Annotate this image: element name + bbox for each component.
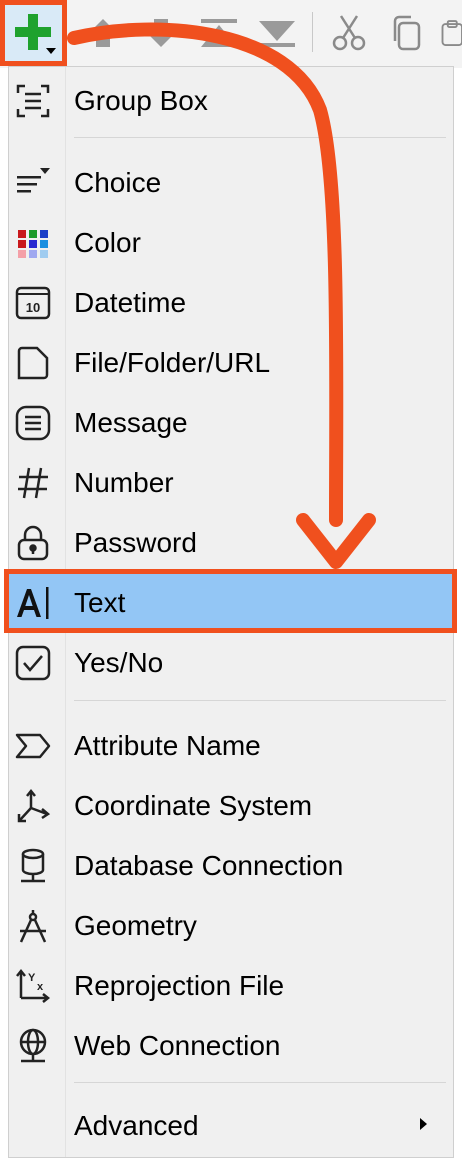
svg-text:x: x: [37, 981, 44, 993]
toolbar-separator: [312, 12, 313, 52]
menu-item-geometry[interactable]: Geometry: [9, 896, 453, 956]
color-palette-icon: [18, 230, 48, 258]
add-parameter-menu: Group Box Choice Color 10 Datetime File/…: [8, 66, 454, 1158]
menu-separator: [74, 1082, 446, 1083]
menu-item-file-folder-url[interactable]: File/Folder/URL: [9, 333, 453, 393]
menu-item-label: Message: [74, 407, 188, 438]
menu-item-label: Database Connection: [74, 850, 344, 881]
menu-item-number[interactable]: Number: [9, 453, 453, 513]
menu-item-database-connection[interactable]: Database Connection: [9, 836, 453, 896]
menu-item-label: File/Folder/URL: [74, 347, 271, 378]
menu-item-yes-no[interactable]: Yes/No: [9, 633, 453, 693]
file-icon: [17, 346, 49, 380]
menu-item-label: Text: [74, 587, 126, 618]
move-up-button[interactable]: [80, 10, 126, 56]
compass-icon: [19, 910, 47, 943]
menu-item-label: Color: [74, 227, 141, 258]
group-box-icon: [16, 84, 50, 118]
menu-item-choice[interactable]: Choice: [9, 153, 453, 213]
paste-button[interactable]: [438, 10, 462, 56]
menu-item-datetime[interactable]: 10 Datetime: [9, 273, 453, 333]
attribute-tag-icon: [15, 733, 51, 759]
text-cursor-icon: [17, 587, 49, 619]
menu-item-label: Datetime: [74, 287, 187, 318]
paste-icon: [441, 20, 462, 46]
add-parameter-button[interactable]: [0, 0, 67, 66]
move-to-top-button[interactable]: [196, 10, 242, 56]
message-icon: [15, 405, 51, 441]
database-icon: [21, 848, 45, 883]
coordinate-axes-icon: [17, 788, 51, 823]
cut-button[interactable]: [326, 10, 372, 56]
svg-text:10: 10: [26, 300, 40, 315]
menu-item-label: Advanced: [74, 1110, 199, 1141]
lock-icon: [17, 525, 49, 561]
menu-item-label: Attribute Name: [74, 730, 261, 761]
menu-item-label: Number: [74, 467, 174, 498]
menu-item-text[interactable]: Text: [9, 573, 453, 633]
checkbox-icon: [15, 645, 51, 681]
reprojection-icon: Y x: [16, 968, 51, 1003]
menu-item-group-box[interactable]: Group Box: [9, 71, 453, 131]
move-to-bottom-icon: [259, 21, 295, 47]
move-to-top-icon: [201, 19, 237, 47]
menu-item-label: Geometry: [74, 910, 197, 941]
menu-item-message[interactable]: Message: [9, 393, 453, 453]
menu-item-advanced[interactable]: Advanced: [9, 1096, 453, 1156]
copy-button[interactable]: [384, 10, 430, 56]
move-down-button[interactable]: [138, 10, 184, 56]
move-to-bottom-button[interactable]: [254, 10, 300, 56]
menu-item-password[interactable]: Password: [9, 513, 453, 573]
menu-item-label: Choice: [74, 167, 162, 198]
menu-separator: [74, 700, 446, 701]
hash-icon: [18, 467, 48, 499]
globe-icon: [19, 1028, 47, 1063]
menu-item-reprojection-file[interactable]: Y x Reprojection File: [9, 956, 453, 1016]
calendar-icon: 10: [15, 286, 51, 320]
svg-text:Y: Y: [28, 972, 36, 984]
menu-item-label: Group Box: [74, 85, 208, 116]
choice-list-icon: [17, 168, 50, 193]
menu-item-label: Password: [74, 527, 197, 558]
copy-icon: [393, 15, 421, 51]
menu-item-label: Web Connection: [74, 1030, 281, 1061]
menu-item-label: Reprojection File: [74, 970, 285, 1001]
menu-item-coordinate-system[interactable]: Coordinate System: [9, 776, 453, 836]
arrow-up-icon: [87, 19, 119, 47]
menu-item-web-connection[interactable]: Web Connection: [9, 1016, 453, 1076]
menu-item-attribute-name[interactable]: Attribute Name: [9, 716, 453, 776]
scissors-icon: [332, 15, 366, 51]
menu-separator: [74, 137, 446, 138]
submenu-arrow-icon: [420, 1118, 427, 1130]
menu-item-color[interactable]: Color: [9, 213, 453, 273]
menu-item-label: Yes/No: [74, 647, 164, 678]
plus-dropdown-icon: [14, 14, 56, 54]
menu-item-label: Coordinate System: [74, 790, 313, 821]
toolbar: [0, 0, 462, 68]
arrow-down-icon: [145, 19, 177, 47]
